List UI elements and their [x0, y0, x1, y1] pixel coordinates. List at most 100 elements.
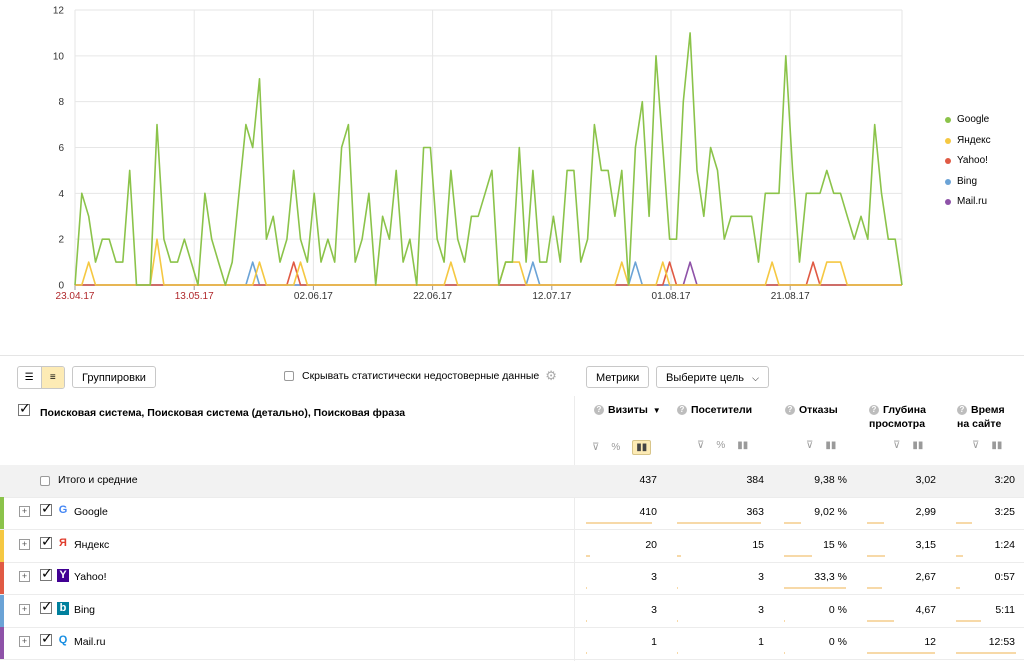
row-checkbox[interactable] [40, 630, 53, 647]
table-row[interactable]: + Y Yahoo! 3 3 33,3 % 2,67 0:57 [0, 562, 1024, 595]
row-visitors: 3 [758, 603, 764, 616]
filter-icon[interactable]: ⊽ [972, 440, 979, 451]
table-header: Поисковая система, Поисковая система (де… [0, 396, 1024, 464]
expand-icon[interactable]: + [19, 603, 30, 615]
row-time: 1:24 [994, 538, 1015, 551]
depth-column-header[interactable]: ? Глубина просмотра [869, 403, 939, 431]
hide-unreliable-checkbox[interactable] [284, 371, 294, 381]
help-icon[interactable]: ? [594, 405, 604, 415]
row-time: 5:11 [995, 603, 1015, 616]
row-visitors-bar [677, 554, 681, 557]
expand-icon[interactable]: + [19, 506, 30, 517]
filter-icon[interactable]: ⊽ [697, 440, 704, 451]
expand-icon[interactable]: + [19, 538, 30, 550]
series-color-marker [0, 594, 4, 627]
legend-item[interactable]: Mail.ru [945, 192, 991, 213]
x-tick-label: 22.06.17 [413, 291, 452, 302]
bounce-column-header[interactable]: ? Отказы [785, 403, 838, 417]
row-label: Bing [74, 603, 96, 616]
row-bounce-bar [784, 619, 785, 622]
filter-icon[interactable]: ⊽ [592, 442, 599, 453]
row-time-bar [956, 652, 1016, 654]
percent-icon[interactable]: % [716, 440, 725, 451]
row-checkbox[interactable] [40, 598, 53, 615]
row-visits-bar [586, 554, 590, 557]
y-tick-label: 8 [58, 97, 64, 108]
goal-select-value: Выберите цель [666, 372, 744, 384]
view-mode-toggle[interactable]: ☰ ≡ [17, 366, 65, 389]
help-icon[interactable]: ? [869, 405, 879, 415]
time-column-tools: ⊽ ▮▮ [972, 440, 1002, 451]
dimension-checkbox[interactable] [18, 400, 31, 417]
legend-label: Яндекс [957, 134, 991, 146]
row-bounce: 15 % [823, 538, 847, 551]
legend-swatch [945, 117, 951, 124]
x-tick-label: 23.04.17 [56, 291, 95, 302]
yandex-icon: Я [59, 536, 67, 549]
y-tick-label: 4 [58, 189, 64, 200]
row-checkbox[interactable] [40, 565, 53, 582]
legend-swatch [945, 137, 951, 144]
row-time: 0:57 [994, 571, 1015, 583]
expand-icon[interactable]: + [19, 571, 30, 582]
help-icon[interactable]: ? [785, 405, 795, 415]
yahoo-icon: Y [57, 569, 69, 582]
row-depth: 12 [924, 636, 936, 648]
table-row[interactable]: + b Bing 3 3 0 % 4,67 5:11 [0, 594, 1024, 628]
row-depth-bar [867, 652, 935, 654]
traffic-line-chart: 0 2 4 6 8 10 12 23.04.17 13.05.17 02.06.17 22.06.1… [53, 6, 903, 302]
total-visits: 437 [639, 474, 657, 486]
legend-item[interactable]: Bing [945, 172, 991, 193]
row-visitors: 363 [746, 506, 764, 518]
table-row[interactable]: + G Google 410 363 9,02 % 2,99 3:25 [0, 497, 1024, 530]
help-icon[interactable]: ? [957, 405, 967, 415]
visitors-column-tools: ⊽% ▮▮ [697, 440, 748, 451]
visits-column-header[interactable]: ? Визиты ▼ [594, 403, 661, 418]
tree-view-icon[interactable]: ≡ [40, 367, 64, 388]
bar-chart-icon[interactable]: ▮▮ [912, 440, 923, 451]
table-row[interactable]: + Q Mail.ru 1 1 0 % 12 12:53 [0, 627, 1024, 660]
x-tick-label: 01.08.17 [652, 291, 691, 302]
bar-chart-icon[interactable]: ▮▮ [991, 440, 1002, 451]
groupings-button[interactable]: Группировки [72, 366, 156, 388]
filter-icon[interactable]: ⊽ [893, 440, 900, 451]
row-bounce: 33,3 % [814, 571, 847, 583]
bar-chart-icon[interactable]: ▮▮ [632, 440, 652, 455]
total-bounce: 9,38 % [814, 474, 847, 486]
legend-item[interactable]: Google [945, 110, 991, 131]
x-tick-label: 13.05.17 [175, 291, 214, 302]
legend-item[interactable]: Yahoo! [945, 151, 991, 172]
list-view-icon[interactable]: ☰ [18, 367, 41, 388]
time-column-header[interactable]: ? Время на сайте [957, 403, 1017, 431]
legend-label: Google [957, 114, 990, 126]
dimension-header: Поисковая система, Поисковая система (де… [40, 407, 406, 419]
hide-unreliable-option[interactable]: Скрывать статистически недостоверные дан… [284, 369, 557, 382]
goal-select[interactable]: Выберите цель ⌵ [656, 366, 769, 388]
metrics-button[interactable]: Метрики [586, 366, 650, 388]
row-checkbox[interactable] [40, 500, 53, 517]
legend-item[interactable]: Яндекс [945, 131, 991, 152]
row-depth: 4,67 [915, 603, 936, 616]
legend-label: Bing [957, 175, 978, 187]
depth-column-tools: ⊽ ▮▮ [893, 440, 923, 451]
totals-checkbox[interactable] [40, 476, 50, 486]
gear-icon[interactable]: ⚙ [545, 369, 557, 382]
table-row[interactable]: + Я Яндекс 20 15 15 % 3,15 1:24 [0, 529, 1024, 563]
bounce-column-tools: ⊽ ▮▮ [806, 440, 836, 451]
row-checkbox[interactable] [40, 533, 53, 550]
expand-icon[interactable]: + [19, 636, 30, 647]
x-tick-label: 02.06.17 [294, 291, 333, 302]
series-line-Google [74, 32, 903, 286]
y-tick-label: 6 [58, 143, 64, 154]
filter-icon[interactable]: ⊽ [806, 440, 813, 451]
visitors-column-header[interactable]: ? Посетители [677, 403, 752, 417]
x-tick-label: 21.08.17 [771, 291, 810, 302]
help-icon[interactable]: ? [677, 405, 687, 415]
row-time-bar [956, 587, 961, 589]
bar-chart-icon[interactable]: ▮▮ [825, 440, 836, 451]
row-bounce: 9,02 % [814, 506, 847, 518]
row-time: 12:53 [988, 636, 1015, 648]
percent-icon[interactable]: % [611, 442, 620, 453]
row-visitors: 15 [752, 538, 764, 551]
bar-chart-icon[interactable]: ▮▮ [737, 440, 748, 451]
